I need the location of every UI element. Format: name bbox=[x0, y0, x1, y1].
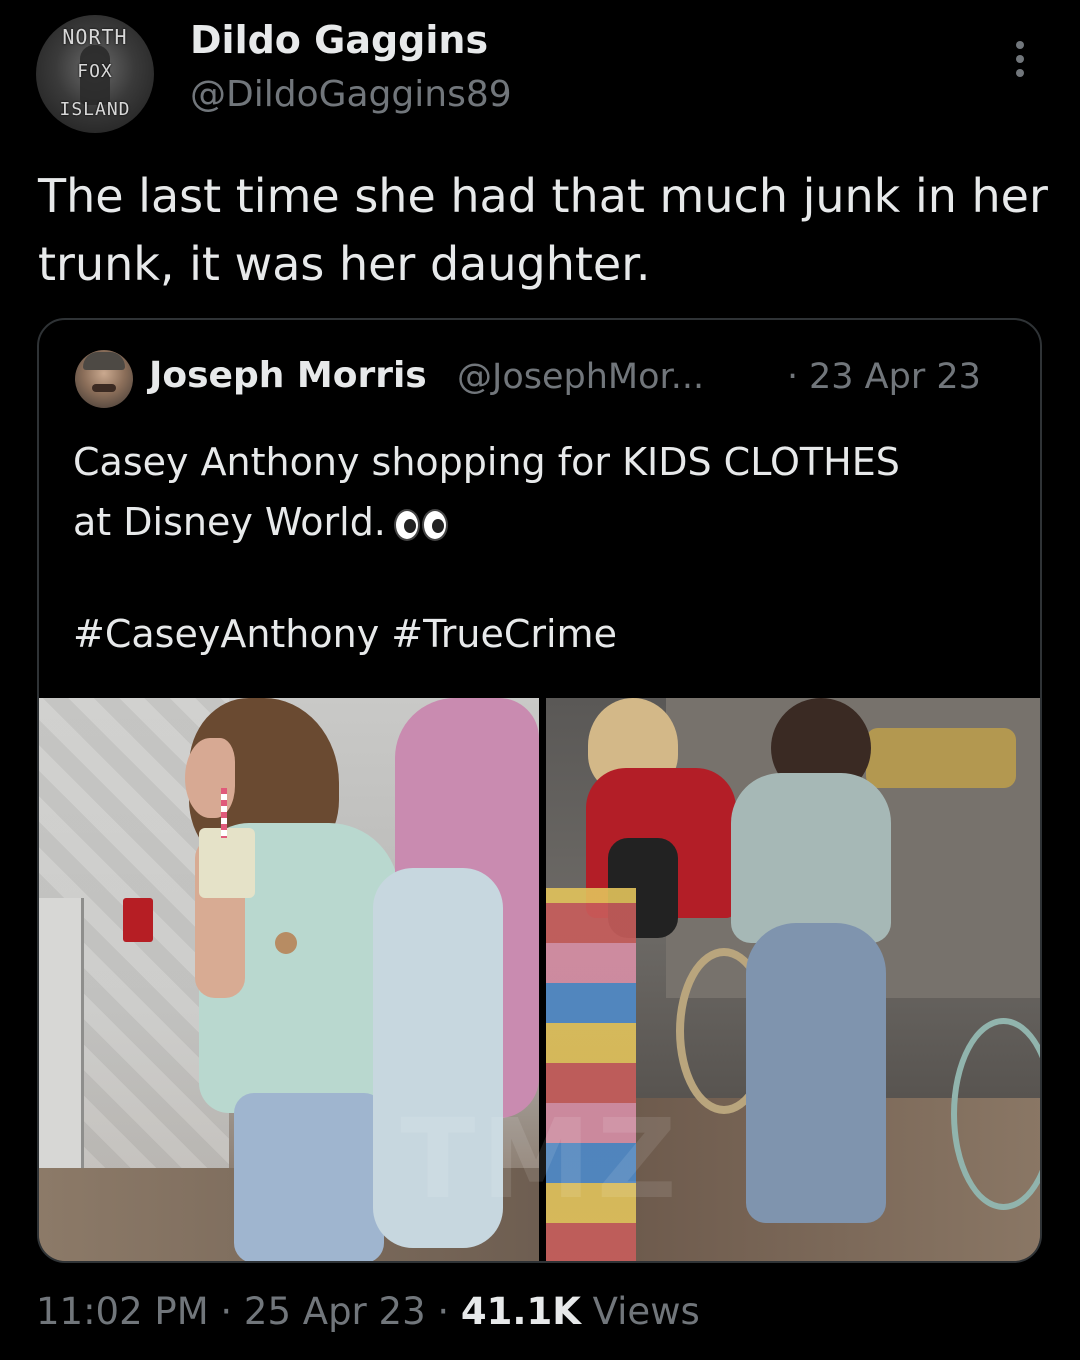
views-label[interactable]: Views bbox=[593, 1290, 700, 1333]
quoted-text-line1: Casey Anthony shopping for KIDS CLOTHES bbox=[73, 440, 900, 484]
author-handle[interactable]: @DildoGaggins89 bbox=[190, 74, 512, 115]
media-watermark: TMZ bbox=[400, 1095, 683, 1223]
fire-alarm bbox=[123, 898, 153, 942]
watch bbox=[275, 932, 297, 954]
eye-left bbox=[393, 508, 420, 541]
eye-right bbox=[421, 508, 448, 541]
quoted-text: Casey Anthony shopping for KIDS CLOTHES … bbox=[73, 432, 1013, 552]
tweet-time[interactable]: 11:02 PM bbox=[36, 1290, 209, 1333]
avatar-text-island: ISLAND bbox=[59, 99, 131, 120]
drink-straw bbox=[221, 788, 227, 838]
more-dot bbox=[1016, 69, 1024, 77]
avatar-text-north: NORTH bbox=[62, 25, 128, 49]
quoted-hashtags[interactable]: #CaseyAnthony #TrueCrime bbox=[73, 612, 617, 656]
quoted-text-line2: at Disney World. bbox=[73, 500, 386, 544]
meta-separator: · bbox=[437, 1290, 450, 1333]
tweet-header: NORTH FOX ISLAND Dildo Gaggins @DildoGag… bbox=[0, 0, 1080, 140]
quoted-author-name[interactable]: Joseph Morris bbox=[149, 355, 427, 396]
avatar-mustache bbox=[92, 384, 116, 392]
meta-separator: · bbox=[220, 1290, 233, 1333]
woman-face bbox=[185, 738, 235, 818]
author-display-name[interactable]: Dildo Gaggins bbox=[190, 18, 488, 62]
quoted-tweet[interactable]: Joseph Morris @JosephMor... · 23 Apr 23 … bbox=[37, 318, 1042, 1263]
avatar-cap bbox=[83, 352, 125, 370]
quoted-date[interactable]: 23 Apr 23 bbox=[809, 357, 981, 397]
views-count[interactable]: 41.1K bbox=[461, 1290, 581, 1333]
woman-shirt bbox=[731, 773, 891, 943]
quoted-separator: · bbox=[787, 357, 799, 397]
pupil bbox=[403, 518, 416, 533]
tweet-date[interactable]: 25 Apr 23 bbox=[244, 1290, 426, 1333]
pupil bbox=[431, 518, 444, 533]
eyes-emoji-icon bbox=[392, 507, 452, 543]
quoted-media[interactable]: TMZ bbox=[39, 698, 1040, 1261]
tweet-text: The last time she had that much junk in … bbox=[38, 169, 1048, 291]
avatar-text-fox: FOX bbox=[77, 61, 113, 82]
drink-cup bbox=[199, 828, 255, 898]
quoted-author-avatar[interactable] bbox=[75, 350, 133, 408]
author-avatar[interactable]: NORTH FOX ISLAND bbox=[36, 15, 154, 133]
more-dot bbox=[1016, 41, 1024, 49]
tweet-meta: 11:02 PM · 25 Apr 23 · 41.1K Views bbox=[36, 1290, 700, 1333]
shelf-toys bbox=[866, 728, 1016, 788]
quoted-text-line2-wrap: at Disney World. bbox=[73, 492, 1013, 552]
more-dot bbox=[1016, 55, 1024, 63]
more-options-icon[interactable] bbox=[1005, 38, 1035, 88]
quoted-author-handle[interactable]: @JosephMor... bbox=[457, 357, 704, 397]
